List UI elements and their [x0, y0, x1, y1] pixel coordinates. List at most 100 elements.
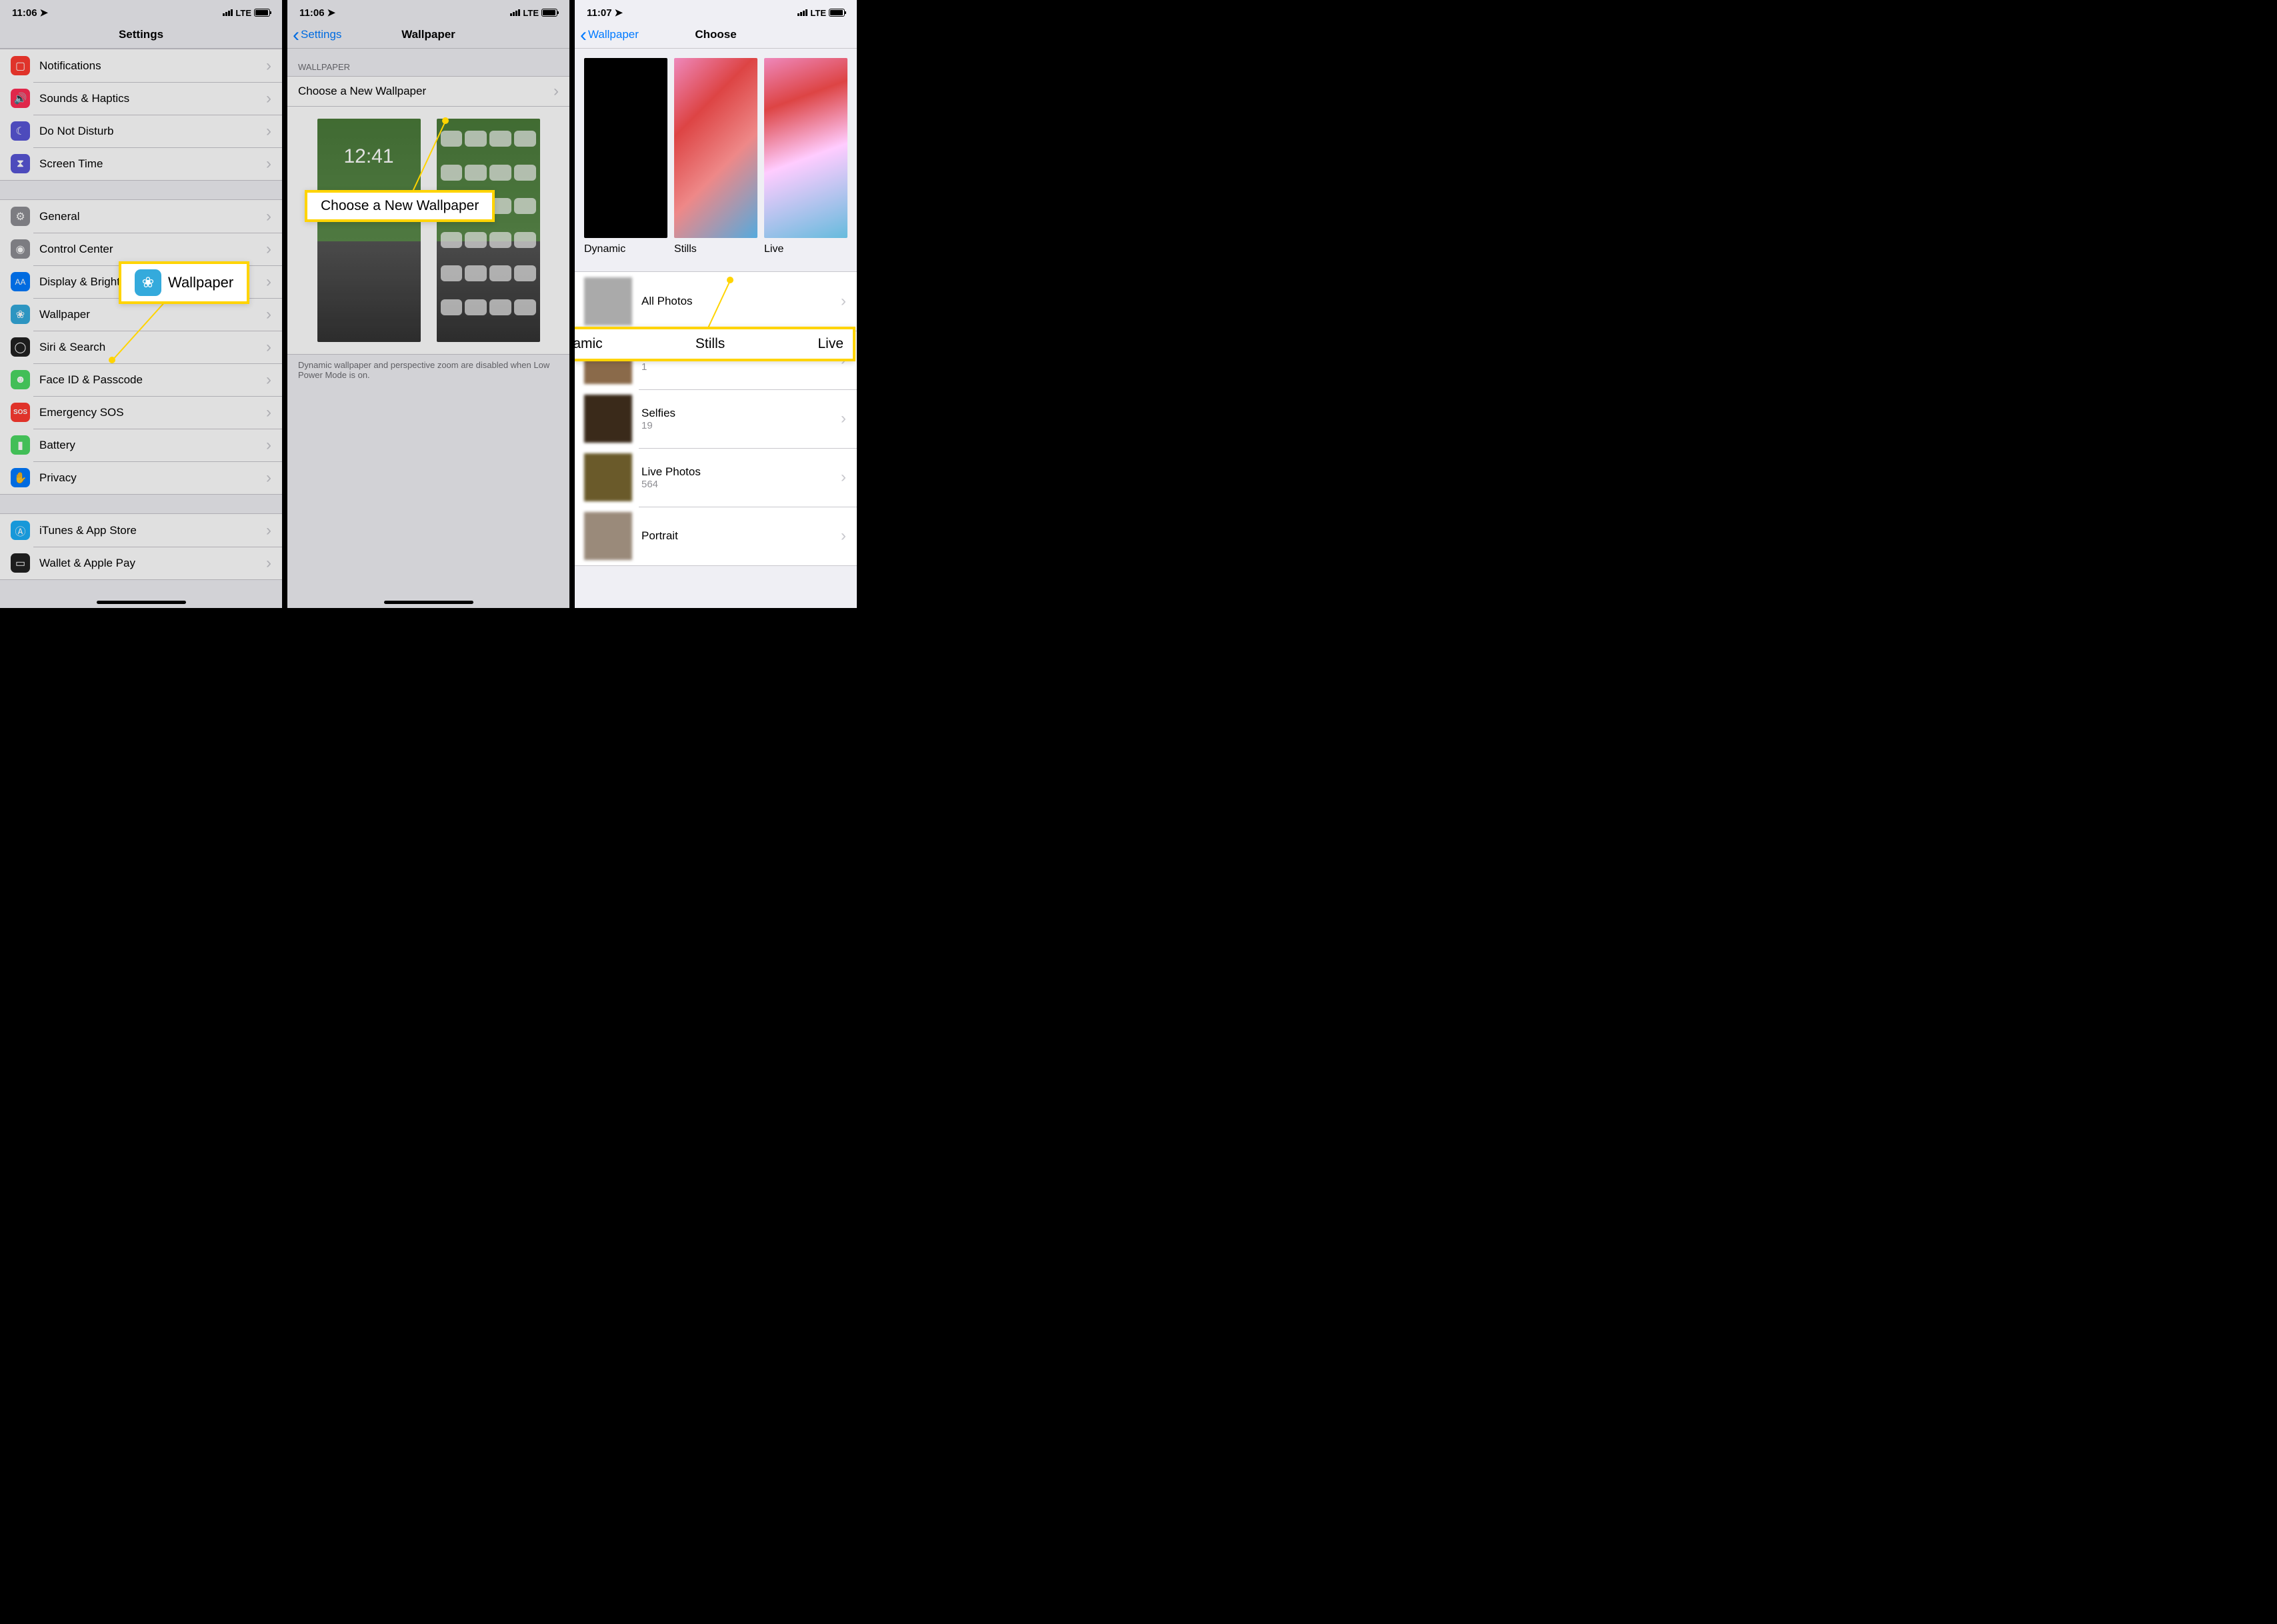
chevron-icon: › — [266, 58, 271, 74]
row-wallet[interactable]: ▭Wallet & Apple Pay› — [0, 547, 282, 579]
category-live[interactable]: Live — [764, 58, 847, 255]
row-notifications[interactable]: ▢Notifications› — [0, 49, 282, 82]
row-sounds[interactable]: 🔊Sounds & Haptics› — [0, 82, 282, 115]
chevron-icon: › — [841, 528, 846, 544]
network-label: LTE — [235, 8, 251, 18]
network-label: LTE — [810, 8, 826, 18]
flower-icon: ❀ — [135, 269, 161, 296]
page-title: Wallpaper — [401, 28, 455, 41]
chevron-icon: › — [266, 307, 271, 323]
nav-header: Settings — [0, 19, 282, 49]
flower-icon: ❀ — [11, 305, 30, 324]
status-bar: 11:06 ➤ LTE — [0, 0, 282, 19]
gear-icon: ⚙ — [11, 207, 30, 226]
nav-header: Settings Wallpaper — [287, 19, 569, 49]
screen-wallpaper: 11:06 ➤ LTE Settings Wallpaper WALLPAPER… — [287, 0, 569, 608]
stills-thumb — [674, 58, 757, 238]
album-selfies[interactable]: Selfies19› — [575, 389, 857, 448]
appstore-icon: Ⓐ — [11, 521, 30, 540]
signal-icon — [510, 9, 520, 16]
choose-list: Choose a New Wallpaper › — [287, 76, 569, 107]
home-indicator[interactable] — [384, 601, 473, 604]
dynamic-thumb — [584, 58, 667, 238]
wallet-icon: ▭ — [11, 553, 30, 573]
location-icon: ➤ — [327, 7, 336, 19]
back-button[interactable]: Settings — [293, 28, 341, 41]
settings-group-1: ▢Notifications› 🔊Sounds & Haptics› ☾Do N… — [0, 49, 282, 181]
chevron-icon: › — [266, 241, 271, 257]
settings-group-2: ⚙General› ◉Control Center› AADisplay & B… — [0, 199, 282, 495]
row-siri[interactable]: ◯Siri & Search› — [0, 331, 282, 363]
album-thumb — [584, 453, 632, 501]
chevron-icon: › — [841, 469, 846, 485]
callout-choose: Choose a New Wallpaper — [305, 190, 495, 222]
album-list: All Photos› Favorites1› Selfies19› Live … — [575, 271, 857, 566]
album-thumb — [584, 277, 632, 325]
nav-header: Wallpaper Choose — [575, 19, 857, 49]
battery-icon — [829, 9, 845, 17]
chevron-icon: › — [266, 437, 271, 453]
row-itunes[interactable]: ⒶiTunes & App Store› — [0, 514, 282, 547]
status-bar: 11:06 ➤ LTE — [287, 0, 569, 19]
sounds-icon: 🔊 — [11, 89, 30, 108]
hand-icon: ✋ — [11, 468, 30, 487]
network-label: LTE — [523, 8, 539, 18]
chevron-icon: › — [266, 156, 271, 172]
signal-icon — [797, 9, 807, 16]
live-thumb — [764, 58, 847, 238]
wallpaper-categories: Dynamic Stills Live — [575, 49, 857, 259]
chevron-icon: › — [266, 372, 271, 388]
back-button[interactable]: Wallpaper — [580, 28, 639, 41]
screen-settings: 11:06 ➤ LTE Settings ▢Notifications› 🔊So… — [0, 0, 282, 608]
row-sos[interactable]: SOSEmergency SOS› — [0, 396, 282, 429]
footer-note: Dynamic wallpaper and perspective zoom a… — [287, 355, 569, 385]
homescreen-preview[interactable] — [437, 119, 540, 342]
battery-icon — [254, 9, 270, 17]
album-thumb — [584, 395, 632, 443]
signal-icon — [223, 9, 233, 16]
callout-categories: Dynamic Stills Live — [575, 327, 855, 361]
album-all-photos[interactable]: All Photos› — [575, 272, 857, 331]
chevron-icon: › — [266, 274, 271, 290]
callout-wallpaper: ❀ Wallpaper — [119, 261, 249, 304]
row-faceid[interactable]: ☻Face ID & Passcode› — [0, 363, 282, 396]
settings-group-3: ⒶiTunes & App Store› ▭Wallet & Apple Pay… — [0, 513, 282, 580]
album-live-photos[interactable]: Live Photos564› — [575, 448, 857, 507]
chevron-icon: › — [266, 123, 271, 139]
row-control-center[interactable]: ◉Control Center› — [0, 233, 282, 265]
chevron-icon: › — [266, 470, 271, 486]
battery-icon — [541, 9, 557, 17]
row-screentime[interactable]: ⧗Screen Time› — [0, 147, 282, 180]
hourglass-icon: ⧗ — [11, 154, 30, 173]
album-thumb — [584, 512, 632, 560]
notifications-icon: ▢ — [11, 56, 30, 75]
chevron-icon: › — [553, 83, 559, 99]
row-choose-new[interactable]: Choose a New Wallpaper › — [287, 77, 569, 106]
row-privacy[interactable]: ✋Privacy› — [0, 461, 282, 494]
status-time: 11:07 — [587, 7, 612, 19]
chevron-icon: › — [266, 405, 271, 421]
category-stills[interactable]: Stills — [674, 58, 757, 255]
chevron-icon: › — [266, 555, 271, 571]
lockscreen-preview[interactable] — [317, 119, 421, 342]
status-time: 11:06 — [12, 7, 37, 19]
text-size-icon: AA — [11, 272, 30, 291]
chevron-icon: › — [266, 91, 271, 107]
wallpaper-previews — [287, 107, 569, 355]
row-general[interactable]: ⚙General› — [0, 200, 282, 233]
row-battery[interactable]: ▮Battery› — [0, 429, 282, 461]
chevron-icon: › — [841, 293, 846, 309]
battery-row-icon: ▮ — [11, 435, 30, 455]
home-indicator[interactable] — [97, 601, 186, 604]
row-dnd[interactable]: ☾Do Not Disturb› — [0, 115, 282, 147]
switch-icon: ◉ — [11, 239, 30, 259]
screen-choose: 11:07 ➤ LTE Wallpaper Choose Dynamic Sti… — [575, 0, 857, 608]
chevron-icon: › — [266, 523, 271, 539]
category-dynamic[interactable]: Dynamic — [584, 58, 667, 255]
page-title: Choose — [695, 28, 736, 41]
album-portrait[interactable]: Portrait› — [575, 507, 857, 565]
location-icon: ➤ — [615, 7, 623, 19]
section-header: WALLPAPER — [287, 49, 569, 76]
siri-icon: ◯ — [11, 337, 30, 357]
status-bar: 11:07 ➤ LTE — [575, 0, 857, 19]
